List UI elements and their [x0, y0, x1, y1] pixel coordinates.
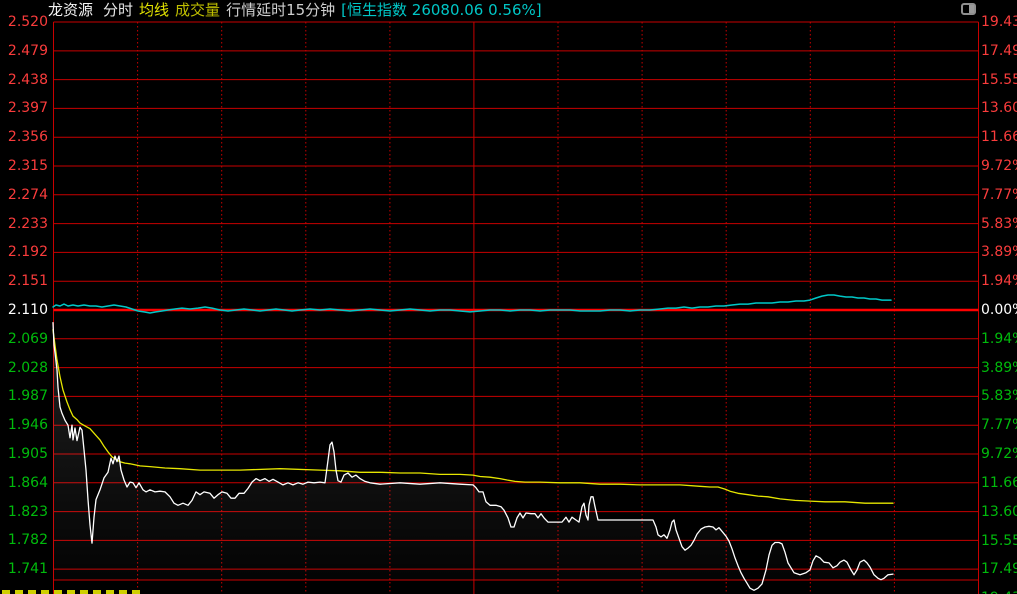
clipped-volume-pane-text — [80, 590, 88, 594]
axis-label-left: 2.356 — [0, 128, 48, 146]
axis-label-left: 2.274 — [0, 186, 48, 204]
axis-label-left: 2.192 — [0, 243, 48, 261]
axis-label-left: 2.110 — [0, 301, 48, 319]
avg-line — [53, 330, 893, 504]
stock-name: 龙资源 — [48, 1, 93, 20]
axis-label-right: 11.66% — [981, 128, 1017, 146]
delay-notice: 行情延时15分钟 — [226, 1, 335, 20]
axis-label-left: 1.987 — [0, 387, 48, 405]
clipped-volume-pane-text — [41, 590, 49, 594]
axis-label-left: 2.438 — [0, 71, 48, 89]
intraday-chart-screen: 龙资源 分时 均线 成交量 行情延时15分钟 [恒生指数 26080.06 0.… — [0, 0, 1017, 594]
panel-toggle-icon[interactable] — [961, 3, 976, 15]
axis-label-right: 13.60% — [981, 503, 1017, 521]
axis-label-left: 1.782 — [0, 531, 48, 549]
intraday-chart — [0, 0, 1017, 594]
tab-moving-average[interactable]: 均线 — [139, 1, 169, 20]
axis-label-right: 7.77% — [981, 186, 1017, 204]
price-fill — [53, 323, 893, 591]
axis-label-left: 1.905 — [0, 445, 48, 463]
chart-header: 龙资源 分时 均线 成交量 行情延时15分钟 [恒生指数 26080.06 0.… — [0, 0, 1017, 20]
axis-label-right: 11.66% — [981, 474, 1017, 492]
axis-label-left: 2.233 — [0, 215, 48, 233]
axis-label-right: 15.55% — [981, 532, 1017, 550]
tab-volume[interactable]: 成交量 — [175, 1, 220, 20]
clipped-volume-pane-text — [67, 590, 75, 594]
axis-label-right: 19.43% — [981, 589, 1017, 594]
axis-label-right: 15.55% — [981, 71, 1017, 89]
axis-label-right: 7.77% — [981, 416, 1017, 434]
axis-label-right: 9.72% — [981, 445, 1017, 463]
axis-label-left: 1.823 — [0, 503, 48, 521]
axis-label-left: 2.151 — [0, 272, 48, 290]
axis-label-right: 17.49% — [981, 42, 1017, 60]
clipped-volume-pane-text — [93, 590, 101, 594]
axis-label-left: 2.479 — [0, 42, 48, 60]
axis-label-right: 17.49% — [981, 560, 1017, 578]
axis-label-left: 2.397 — [0, 99, 48, 117]
axis-label-right: 3.89% — [981, 243, 1017, 261]
axis-label-left: 1.946 — [0, 416, 48, 434]
axis-label-right: 1.94% — [981, 272, 1017, 290]
axis-label-left: 1.864 — [0, 474, 48, 492]
axis-label-left: 1.741 — [0, 560, 48, 578]
axis-label-right: 1.94% — [981, 330, 1017, 348]
axis-label-left: 2.315 — [0, 157, 48, 175]
clipped-volume-pane-text — [119, 590, 127, 594]
axis-label-right: 0.00% — [981, 301, 1017, 319]
axis-label-left: 2.028 — [0, 359, 48, 377]
axis-label-right: 13.60% — [981, 99, 1017, 117]
hang-seng-index-quote[interactable]: [恒生指数 26080.06 0.56%] — [341, 1, 541, 20]
clipped-volume-pane-text — [106, 590, 114, 594]
clipped-volume-pane-text — [15, 590, 23, 594]
clipped-volume-pane-text — [54, 590, 62, 594]
tab-intraday[interactable]: 分时 — [103, 1, 133, 20]
clipped-volume-pane-text — [2, 590, 10, 594]
clipped-volume-pane-text — [28, 590, 36, 594]
axis-label-right: 5.83% — [981, 215, 1017, 233]
axis-label-right: 9.72% — [981, 157, 1017, 175]
axis-label-right: 5.83% — [981, 387, 1017, 405]
clipped-volume-pane-text — [132, 590, 140, 594]
axis-label-right: 3.89% — [981, 359, 1017, 377]
axis-label-left: 2.069 — [0, 330, 48, 348]
